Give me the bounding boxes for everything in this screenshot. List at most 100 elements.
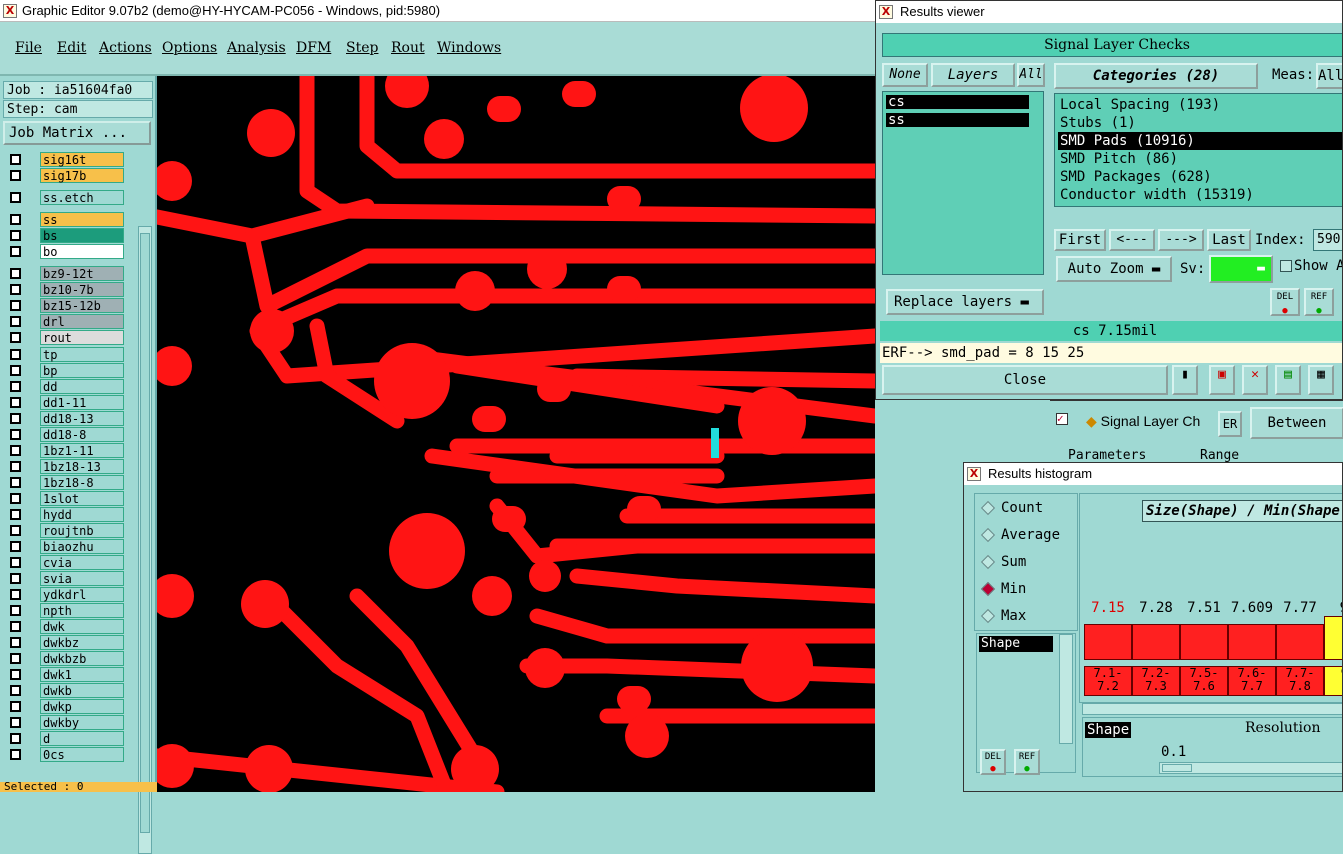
- layer-checkbox[interactable]: [10, 493, 21, 504]
- layer-checkbox[interactable]: [10, 525, 21, 536]
- layer-row[interactable]: rout: [6, 330, 124, 345]
- layer-checkbox[interactable]: [10, 246, 21, 257]
- layer-scrollbar[interactable]: [138, 226, 152, 854]
- menu-file[interactable]: File: [15, 40, 42, 56]
- layer-row[interactable]: ss.etch: [6, 190, 124, 205]
- layer-row[interactable]: ss: [6, 212, 124, 227]
- er-button[interactable]: ER: [1218, 411, 1242, 437]
- layer-row[interactable]: dwkbzb: [6, 651, 124, 666]
- layer-checkbox[interactable]: [10, 573, 21, 584]
- layer-name[interactable]: bo: [40, 244, 124, 259]
- layer-item-ss[interactable]: ss: [886, 113, 1029, 127]
- layer-row[interactable]: dwk1: [6, 667, 124, 682]
- layer-name[interactable]: drl: [40, 314, 124, 329]
- layer-name[interactable]: dwkbzb: [40, 651, 124, 666]
- layer-checkbox[interactable]: [10, 557, 21, 568]
- menu-rout[interactable]: Rout: [391, 40, 425, 56]
- layer-name[interactable]: dd1-11: [40, 395, 124, 410]
- layer-checkbox[interactable]: [10, 230, 21, 241]
- hist-del-button[interactable]: DEL ●: [980, 749, 1006, 775]
- next-button[interactable]: --->: [1158, 229, 1204, 251]
- chart-scrollbar[interactable]: [1082, 703, 1342, 715]
- layer-row[interactable]: sig17b: [6, 168, 124, 183]
- layer-checkbox[interactable]: [10, 685, 21, 696]
- close-icon[interactable]: X: [967, 467, 981, 481]
- layer-row[interactable]: tp: [6, 347, 124, 362]
- layer-name[interactable]: dwkby: [40, 715, 124, 730]
- layer-row[interactable]: cvia: [6, 555, 124, 570]
- graph-icon[interactable]: ▮: [1172, 365, 1198, 395]
- index-input[interactable]: 590: [1313, 229, 1342, 251]
- categories-button[interactable]: Categories (28): [1054, 63, 1258, 89]
- layer-row[interactable]: 1bz18-13: [6, 459, 124, 474]
- layer-row[interactable]: bp: [6, 363, 124, 378]
- layer-checkbox[interactable]: [10, 589, 21, 600]
- parameters-tab[interactable]: Parameters: [1068, 448, 1146, 463]
- layer-row[interactable]: dd: [6, 379, 124, 394]
- layer-row[interactable]: biaozhu: [6, 539, 124, 554]
- layer-checkbox[interactable]: [10, 349, 21, 360]
- layer-name[interactable]: dwkp: [40, 699, 124, 714]
- layer-name[interactable]: roujtnb: [40, 523, 124, 538]
- layer-row[interactable]: bo: [6, 244, 124, 259]
- layer-row[interactable]: hydd: [6, 507, 124, 522]
- prev-button[interactable]: <---: [1109, 229, 1155, 251]
- layer-name[interactable]: bs: [40, 228, 124, 243]
- layer-name[interactable]: svia: [40, 571, 124, 586]
- none-button[interactable]: None: [882, 63, 928, 87]
- layer-name[interactable]: cvia: [40, 555, 124, 570]
- category-item[interactable]: SMD Pitch (86): [1058, 150, 1338, 168]
- histogram-bar[interactable]: [1276, 624, 1324, 660]
- layer-row[interactable]: 1slot: [6, 491, 124, 506]
- layer-name[interactable]: dd: [40, 379, 124, 394]
- layer-row[interactable]: roujtnb: [6, 523, 124, 538]
- check-tab[interactable]: ◆ Signal Layer Ch: [1086, 413, 1200, 430]
- layer-name[interactable]: dd18-8: [40, 427, 124, 442]
- layer-checkbox[interactable]: [10, 268, 21, 279]
- layer-row[interactable]: 1bz1-11: [6, 443, 124, 458]
- ref-button[interactable]: REF ●: [1304, 288, 1334, 316]
- del-button[interactable]: DEL ●: [1270, 288, 1300, 316]
- close-icon[interactable]: X: [879, 5, 893, 19]
- layer-name[interactable]: dwkbz: [40, 635, 124, 650]
- job-matrix-button[interactable]: Job Matrix ...: [3, 121, 151, 145]
- layer-name[interactable]: bz10-7b: [40, 282, 124, 297]
- category-item[interactable]: SMD Pads (10916): [1058, 132, 1342, 150]
- layer-name[interactable]: dwkb: [40, 683, 124, 698]
- all-button[interactable]: All: [1017, 63, 1045, 87]
- layer-checkbox[interactable]: [10, 300, 21, 311]
- layer-name[interactable]: bz9-12t: [40, 266, 124, 281]
- layer-checkbox[interactable]: [10, 605, 21, 616]
- histogram-bar[interactable]: [1132, 624, 1180, 660]
- layer-row[interactable]: dwk: [6, 619, 124, 634]
- layer-checkbox[interactable]: [10, 381, 21, 392]
- show-checkbox[interactable]: [1280, 260, 1292, 272]
- notes-icon[interactable]: ▦: [1308, 365, 1334, 395]
- menu-options[interactable]: Options: [162, 40, 217, 56]
- layer-name[interactable]: bz15-12b: [40, 298, 124, 313]
- layer-checkbox[interactable]: [10, 445, 21, 456]
- layer-checkbox[interactable]: [10, 669, 21, 680]
- layer-name[interactable]: ss: [40, 212, 124, 227]
- slider-thumb[interactable]: [1162, 764, 1192, 772]
- layer-name[interactable]: rout: [40, 330, 124, 345]
- layer-row[interactable]: 0cs: [6, 747, 124, 762]
- layer-row[interactable]: dd18-13: [6, 411, 124, 426]
- layer-list[interactable]: cs ss: [882, 91, 1044, 275]
- category-list[interactable]: Local Spacing (193) Stubs (1) SMD Pads (10…: [1054, 93, 1342, 207]
- layer-name[interactable]: ydkdrl: [40, 587, 124, 602]
- sum-option[interactable]: Sum: [980, 554, 1026, 570]
- layer-row[interactable]: bs: [6, 228, 124, 243]
- layer-row[interactable]: dwkb: [6, 683, 124, 698]
- layer-row[interactable]: dwkby: [6, 715, 124, 730]
- category-item[interactable]: Local Spacing (193): [1058, 96, 1338, 114]
- category-item[interactable]: Stubs (1): [1058, 114, 1338, 132]
- ranges-tab[interactable]: Range: [1200, 448, 1239, 463]
- replace-layers-button[interactable]: Replace layers ▬: [886, 289, 1044, 315]
- layer-row[interactable]: dwkbz: [6, 635, 124, 650]
- layer-row[interactable]: npth: [6, 603, 124, 618]
- layer-item-cs[interactable]: cs: [886, 95, 1029, 109]
- layer-row[interactable]: svia: [6, 571, 124, 586]
- layer-name[interactable]: bp: [40, 363, 124, 378]
- layer-checkbox[interactable]: [10, 621, 21, 632]
